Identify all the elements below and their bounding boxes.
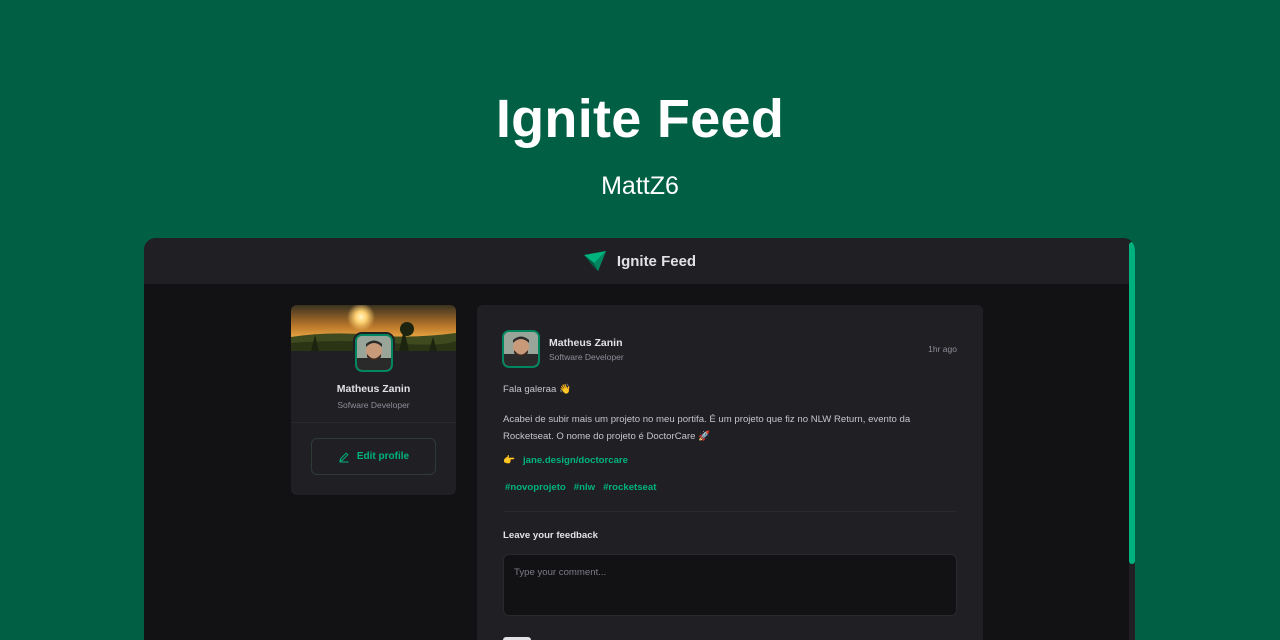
app-header: Ignite Feed — [144, 238, 1135, 284]
banner-title: Ignite Feed — [495, 89, 785, 149]
post-author-name: Matheus Zanin — [549, 337, 623, 349]
sidebar-user-name: Matheus Zanin — [336, 383, 411, 395]
pointing-hand-icon: 👉 — [503, 455, 515, 466]
post-author-role: Software Developer — [549, 352, 624, 362]
banner-subtitle: MattZ6 — [601, 172, 679, 200]
post-divider — [503, 511, 957, 512]
post-greeting: Fala galeraa 👋 — [503, 384, 571, 395]
sidebar-user-role: Sofware Developer — [337, 400, 410, 410]
edit-profile-button[interactable]: Edit profile — [311, 438, 436, 475]
post-tags: #novoprojeto #nlw #rocketseat — [505, 482, 656, 493]
pencil-icon — [339, 451, 349, 462]
post-author-avatar[interactable] — [500, 328, 542, 370]
hashtag-link[interactable]: #nlw — [574, 482, 595, 493]
profile-sidebar: Matheus Zanin Sofware Developer Edit pro… — [291, 305, 456, 495]
hashtag-link[interactable]: #novoprojeto — [505, 482, 566, 493]
sidebar-divider — [291, 422, 456, 423]
post-timestamp: 1hr ago — [928, 344, 957, 354]
scrollbar-thumb[interactable] — [1129, 242, 1135, 564]
ignite-logo-icon — [583, 251, 606, 271]
hashtag-link[interactable]: #rocketseat — [603, 482, 656, 493]
feedback-title: Leave your feedback — [503, 530, 598, 541]
app-title: Ignite Feed — [616, 252, 697, 270]
app-window: Ignite Feed Matheus Zanin Sofware Develo… — [144, 238, 1135, 640]
edit-profile-label: Edit profile — [356, 451, 410, 462]
post-link-line: 👉 jane.design/doctorcare — [503, 455, 628, 466]
comment-input[interactable] — [503, 554, 957, 616]
post-link[interactable]: jane.design/doctorcare — [523, 455, 628, 466]
post-card: Matheus Zanin Software Developer 1hr ago… — [477, 305, 983, 640]
post-body: Acabei de subir mais um projeto no meu p… — [503, 414, 911, 442]
sidebar-avatar[interactable] — [353, 332, 395, 374]
